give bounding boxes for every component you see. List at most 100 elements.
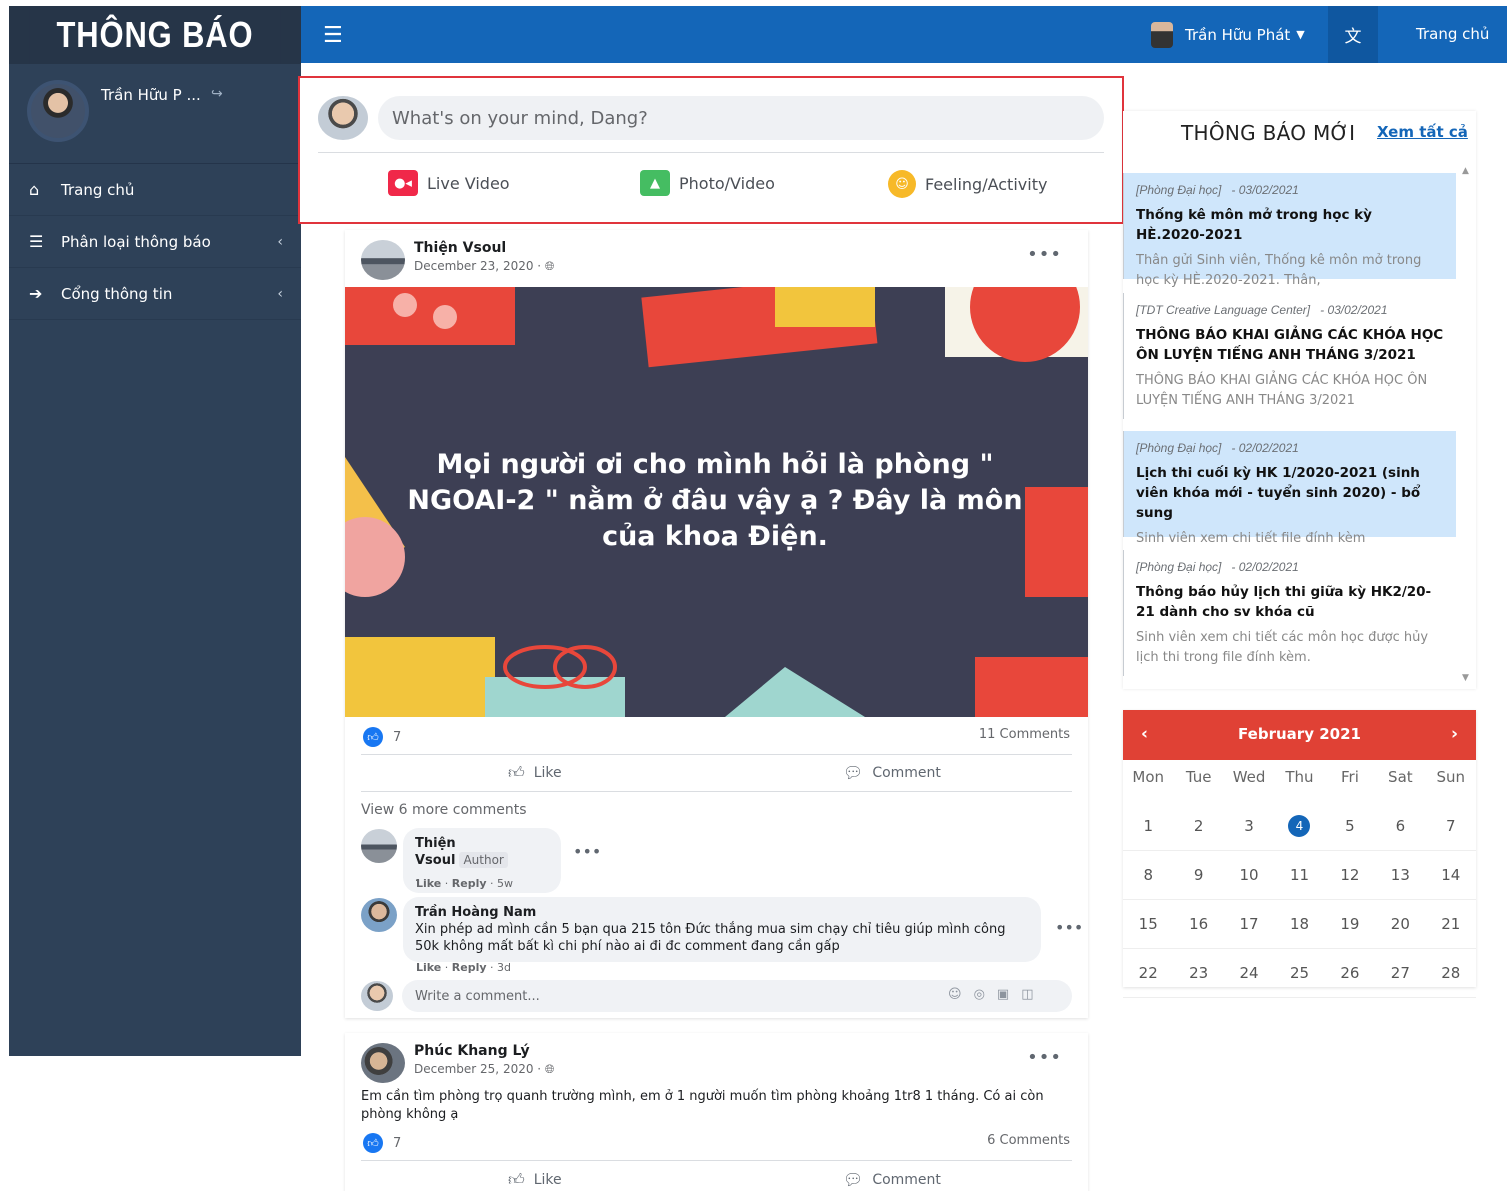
live-video-button[interactable]: ●◂ Live Video [388, 170, 510, 196]
post-author[interactable]: Phúc Khang Lý [414, 1043, 530, 1059]
avatar[interactable] [318, 96, 368, 140]
calendar-weekdays: Mon Tue Wed Thu Fri Sat Sun [1123, 768, 1476, 786]
reaction-summary[interactable]: 👍︎ 7 [363, 727, 401, 747]
menu-toggle-icon[interactable]: ☰ [323, 23, 343, 48]
calendar-day[interactable]: 8 [1123, 851, 1174, 900]
see-all-link[interactable]: Xem tất cả [1377, 123, 1468, 141]
gif-icon[interactable]: ▣ [997, 987, 1021, 1002]
more-options-icon[interactable]: ••• [1027, 244, 1062, 265]
avatar[interactable] [361, 829, 397, 863]
news-item-title[interactable]: Thống kê môn mở trong học kỳ HÈ.2020-202… [1136, 205, 1444, 245]
post-card: Thiện Vsoul December 23, 2020 · 🌐︎ ••• M… [345, 230, 1088, 1018]
comment-reply-link[interactable]: Reply [452, 877, 487, 890]
news-item-title[interactable]: Thông báo hủy lịch thi giữa kỳ HK2/20-21… [1136, 582, 1444, 622]
calendar-day[interactable]: 3 [1223, 802, 1275, 851]
comment-author[interactable]: Thiện Vsoul [415, 836, 456, 868]
chevron-right-icon[interactable]: › [1451, 724, 1458, 744]
avatar[interactable] [27, 80, 89, 142]
feeling-activity-button[interactable]: ☺ Feeling/Activity [888, 170, 1047, 198]
like-button[interactable]: 👍︎ Like [508, 1170, 562, 1190]
avatar[interactable] [361, 1043, 405, 1083]
calendar-day[interactable]: 9 [1173, 851, 1224, 900]
logout-icon[interactable]: ↪ [211, 86, 223, 102]
news-item-title[interactable]: THÔNG BÁO KHAI GIẢNG CÁC KHÓA HỌC ÔN LUY… [1136, 325, 1444, 365]
chevron-left-icon: ‹ [277, 233, 283, 250]
camera-icon[interactable]: ◎ [974, 987, 997, 1002]
news-item[interactable]: [Phòng Đại học] - 02/02/2021 Thông báo h… [1123, 550, 1456, 676]
calendar-day[interactable]: 20 [1375, 900, 1426, 949]
calendar-day[interactable]: 4 [1274, 802, 1325, 851]
video-camera-icon: ●◂ [388, 170, 418, 196]
globe-icon: 🌐︎ [544, 259, 555, 273]
brand-logo[interactable]: THÔNG BÁO [29, 6, 281, 64]
post-date[interactable]: December 23, 2020 · 🌐︎ [414, 259, 555, 274]
thumbs-up-icon: 👍︎ [363, 1133, 383, 1153]
post-composer: ●◂ Live Video ▲ Photo/Video ☺ Feeling/Ac… [298, 76, 1124, 224]
comments-count[interactable]: 11 Comments [979, 727, 1070, 742]
calendar-day[interactable]: 1 [1123, 802, 1174, 851]
news-item[interactable]: [Phòng Đại học] - 03/02/2021 Thống kê mô… [1123, 173, 1456, 288]
more-options-icon[interactable]: ••• [1027, 1047, 1062, 1068]
calendar-day[interactable]: 7 [1425, 802, 1476, 851]
calendar-day[interactable]: 6 [1375, 802, 1426, 851]
view-more-comments-link[interactable]: View 6 more comments [361, 802, 527, 818]
comments-count[interactable]: 6 Comments [987, 1133, 1070, 1148]
calendar-day[interactable]: 25 [1274, 949, 1325, 998]
comment-like-link[interactable]: Like [416, 877, 441, 890]
calendar-day[interactable]: 14 [1425, 851, 1476, 900]
post-image[interactable]: Mọi người ơi cho mình hỏi là phòng " NGO… [345, 287, 1088, 717]
post-date[interactable]: December 25, 2020 · 🌐︎ [414, 1062, 555, 1077]
language-icon[interactable]: 文 [1328, 6, 1378, 63]
scroll-down-arrow[interactable]: ▼ [1462, 673, 1469, 683]
calendar-day[interactable]: 22 [1123, 949, 1174, 998]
calendar-day[interactable]: 18 [1274, 900, 1325, 949]
avatar[interactable] [361, 898, 397, 932]
news-item-title[interactable]: Lịch thi cuối kỳ HK 1/2020-2021 (sinh vi… [1136, 463, 1444, 523]
calendar-day[interactable]: 11 [1274, 851, 1325, 900]
post-input[interactable] [378, 96, 1104, 140]
more-options-icon[interactable]: ••• [1055, 918, 1083, 937]
calendar-day[interactable]: 16 [1173, 900, 1224, 949]
comment-like-link[interactable]: Like [416, 961, 441, 974]
photo-video-button[interactable]: ▲ Photo/Video [640, 170, 775, 196]
calendar-day[interactable]: 19 [1324, 900, 1376, 949]
author-badge: Author [459, 852, 508, 868]
calendar-day[interactable]: 13 [1375, 851, 1426, 900]
top-navbar: ☰ Trần Hữu Phát ▼ 文 Trang chủ [301, 6, 1507, 63]
more-options-icon[interactable]: ••• [573, 842, 601, 861]
top-home-link[interactable]: Trang chủ [1416, 25, 1489, 43]
comment-author[interactable]: Trần Hoàng Nam [415, 905, 536, 920]
calendar-day[interactable]: 12 [1324, 851, 1376, 900]
comment-button[interactable]: 💬︎ Comment [843, 763, 941, 782]
sidebar-user-name[interactable]: Trần Hữu P ... [101, 86, 201, 104]
sidebar-item-home[interactable]: ⌂ Trang chủ [9, 164, 301, 216]
avatar[interactable] [361, 240, 405, 280]
sidebar-item-portal[interactable]: ➔ Cổng thông tin ‹ [9, 268, 301, 320]
news-item[interactable]: [Phòng Đại học] - 02/02/2021 Lịch thi cu… [1123, 431, 1456, 546]
scroll-up-arrow[interactable]: ▲ [1462, 166, 1469, 176]
reaction-summary[interactable]: 👍︎ 7 [363, 1133, 401, 1153]
calendar-day[interactable]: 21 [1425, 900, 1476, 949]
post-author[interactable]: Thiện Vsoul [414, 240, 506, 256]
news-title: THÔNG BÁO MỚI [1181, 121, 1356, 145]
calendar-day[interactable]: 17 [1223, 900, 1275, 949]
user-dropdown[interactable]: Trần Hữu Phát ▼ [1151, 6, 1305, 63]
calendar-day[interactable]: 15 [1123, 900, 1174, 949]
calendar-day[interactable]: 2 [1173, 802, 1224, 851]
calendar-day[interactable]: 10 [1223, 851, 1275, 900]
like-button[interactable]: 👍︎ Like [508, 763, 562, 783]
calendar-day[interactable]: 27 [1375, 949, 1426, 998]
sidebar: THÔNG BÁO Trần Hữu P ... ↪ ⌂ Trang chủ ☰… [9, 6, 301, 1056]
calendar-day[interactable]: 5 [1324, 802, 1376, 851]
comment-button[interactable]: 💬︎ Comment [843, 1170, 941, 1189]
sidebar-item-categories[interactable]: ☰ Phân loại thông báo ‹ [9, 216, 301, 268]
sidebar-item-label: Trang chủ [61, 180, 135, 199]
calendar-day[interactable]: 28 [1425, 949, 1476, 998]
news-item[interactable]: [TDT Creative Language Center] - 03/02/2… [1123, 293, 1456, 419]
comment-reply-link[interactable]: Reply [452, 961, 487, 974]
calendar-day[interactable]: 24 [1223, 949, 1275, 998]
sticker-icon[interactable]: ◫ [1021, 987, 1045, 1002]
emoji-icon[interactable]: ☺ [948, 987, 974, 1002]
calendar-day[interactable]: 23 [1173, 949, 1224, 998]
calendar-day[interactable]: 26 [1324, 949, 1376, 998]
